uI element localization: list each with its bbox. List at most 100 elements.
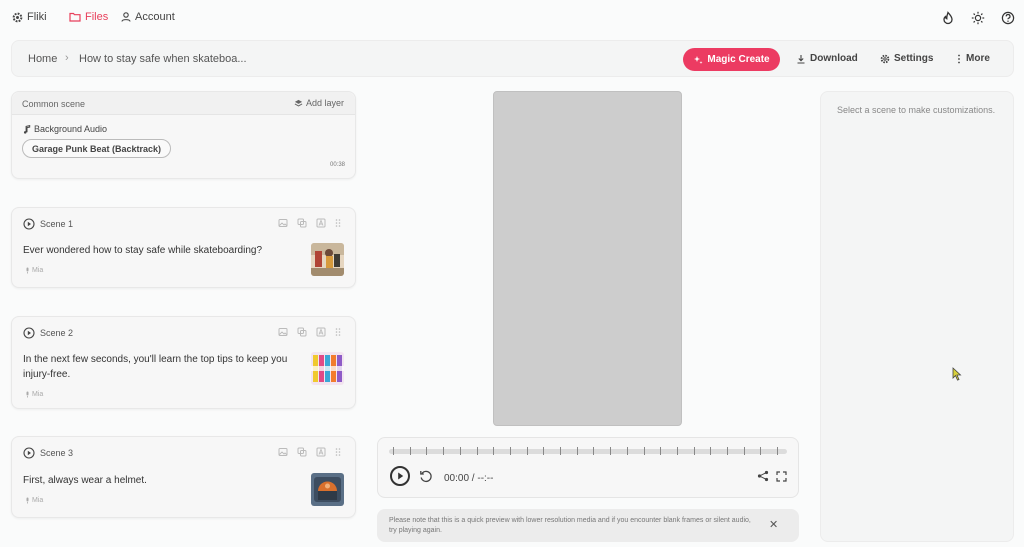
timeline-tick xyxy=(676,447,678,455)
text-box-icon[interactable] xyxy=(316,447,326,457)
drag-handle-icon[interactable] xyxy=(335,447,341,457)
background-audio-label: Background Audio xyxy=(23,124,107,134)
timeline-tick xyxy=(560,447,561,455)
video-preview-canvas[interactable] xyxy=(493,91,682,426)
brand-link[interactable]: Fliki xyxy=(12,11,47,23)
download-icon xyxy=(797,54,805,64)
text-box-icon[interactable] xyxy=(316,327,326,337)
timeline-tick xyxy=(760,447,762,455)
sun-icon[interactable] xyxy=(971,11,985,25)
voice-name: Mia xyxy=(32,391,44,398)
timeline-tick xyxy=(509,447,511,455)
magic-create-button[interactable]: Magic Create xyxy=(683,48,780,71)
preview-notice: Please note that this is a quick preview… xyxy=(377,509,799,542)
common-scene-header: Common scene Add layer xyxy=(12,92,355,115)
timeline-tick xyxy=(660,447,662,455)
skateboard-photo xyxy=(311,243,344,276)
customization-panel: Select a scene to make customizations. xyxy=(820,91,1014,542)
project-title[interactable]: How to stay safe when skateboa... xyxy=(79,53,247,65)
timeline-tick xyxy=(476,447,478,455)
timeline-tick xyxy=(459,447,461,455)
voice-name: Mia xyxy=(32,267,44,274)
replay-icon[interactable] xyxy=(419,469,433,483)
common-scene-card[interactable]: Common scene Add layer Background Audio … xyxy=(11,91,356,179)
timeline-scrubber[interactable] xyxy=(389,447,787,455)
settings-button[interactable]: Settings xyxy=(880,53,933,64)
drag-handle-icon[interactable] xyxy=(335,327,341,337)
timeline-tick xyxy=(593,447,595,455)
scene-label: Scene 2 xyxy=(40,328,74,338)
scene-card-1[interactable]: Scene 1 Ever wondered how to stay safe w… xyxy=(11,207,356,288)
play-circle-icon[interactable] xyxy=(23,218,35,230)
audio-track-chip[interactable]: Garage Punk Beat (Backtrack) xyxy=(22,139,172,158)
scene-thumbnail[interactable] xyxy=(311,243,344,276)
nav-account-label: Account xyxy=(135,11,175,23)
text-box-icon[interactable] xyxy=(316,218,326,228)
helmet-photo xyxy=(311,473,344,506)
duplicate-icon[interactable] xyxy=(297,327,307,337)
nav-account[interactable]: Account xyxy=(121,11,175,23)
breadcrumb-home[interactable]: Home xyxy=(28,53,57,65)
scene-voice[interactable]: Mia xyxy=(25,391,43,398)
duplicate-icon[interactable] xyxy=(297,447,307,457)
notice-text: Please note that this is a quick preview… xyxy=(389,517,751,534)
mic-icon xyxy=(26,391,29,398)
scene-label: Scene 3 xyxy=(40,448,74,458)
play-button[interactable] xyxy=(390,466,410,486)
player-controls: 00:00 / --:-- xyxy=(377,437,799,498)
scene-thumbnail[interactable] xyxy=(311,473,344,506)
timeline-tick xyxy=(393,447,394,455)
mouse-cursor-icon xyxy=(952,367,962,381)
scene-header: Scene 3 xyxy=(23,447,73,459)
scene-card-3[interactable]: Scene 3 First, always wear a helmet. Mia xyxy=(11,436,356,518)
nav-files-label: Files xyxy=(85,11,109,23)
scene-voice[interactable]: Mia xyxy=(25,267,43,274)
fullscreen-icon[interactable] xyxy=(776,471,787,482)
scene-script-text[interactable]: In the next few seconds, you'll learn th… xyxy=(23,352,303,382)
duplicate-icon[interactable] xyxy=(297,218,307,228)
voice-name: Mia xyxy=(32,497,44,504)
timeline-tick xyxy=(710,447,712,455)
timeline-tick xyxy=(643,447,645,455)
image-icon[interactable] xyxy=(278,327,288,337)
audio-track-name: Garage Punk Beat (Backtrack) xyxy=(32,143,162,154)
play-circle-icon[interactable] xyxy=(23,327,35,339)
scene-header: Scene 1 xyxy=(23,218,73,230)
magic-create-label: Magic Create xyxy=(707,54,770,65)
drag-handle-icon[interactable] xyxy=(335,218,341,228)
scene-card-2[interactable]: Scene 2 In the next few seconds, you'll … xyxy=(11,316,356,409)
audio-duration: 00:38 xyxy=(329,162,345,168)
scene-script-text[interactable]: Ever wondered how to stay safe while ska… xyxy=(23,243,303,258)
help-icon[interactable] xyxy=(1001,11,1015,25)
flame-icon[interactable] xyxy=(941,11,955,25)
share-icon[interactable] xyxy=(757,470,769,482)
scene-label: Scene 1 xyxy=(40,219,74,229)
timeline-tick xyxy=(426,447,428,455)
image-icon[interactable] xyxy=(278,447,288,457)
timeline-tick xyxy=(626,447,628,455)
common-scene-title: Common scene xyxy=(22,99,86,109)
close-icon[interactable]: ✕ xyxy=(769,518,778,531)
timeline-tick xyxy=(743,447,745,455)
more-button[interactable]: More xyxy=(956,53,990,64)
timeline-tick xyxy=(543,447,545,455)
gear-logo-icon xyxy=(12,12,23,22)
top-navigation: Fliki Files Account xyxy=(0,0,1024,36)
user-icon xyxy=(121,12,131,22)
more-vertical-icon xyxy=(958,54,960,63)
image-icon[interactable] xyxy=(278,218,288,228)
playback-time: 00:00 / --:-- xyxy=(444,473,494,484)
play-circle-icon[interactable] xyxy=(23,447,35,459)
scene-voice[interactable]: Mia xyxy=(25,497,43,504)
nav-files[interactable]: Files xyxy=(69,11,108,23)
scene-thumbnail[interactable] xyxy=(311,352,344,385)
colorful-photo xyxy=(311,352,344,385)
more-label: More xyxy=(966,53,990,64)
scene-script-text[interactable]: First, always wear a helmet. xyxy=(23,473,303,488)
add-layer-button[interactable]: Add layer xyxy=(294,98,344,108)
timeline-tick xyxy=(526,447,528,455)
timeline-tick xyxy=(443,447,445,455)
scene-actions xyxy=(278,218,341,228)
download-button[interactable]: Download xyxy=(796,53,858,64)
download-label: Download xyxy=(810,53,858,64)
